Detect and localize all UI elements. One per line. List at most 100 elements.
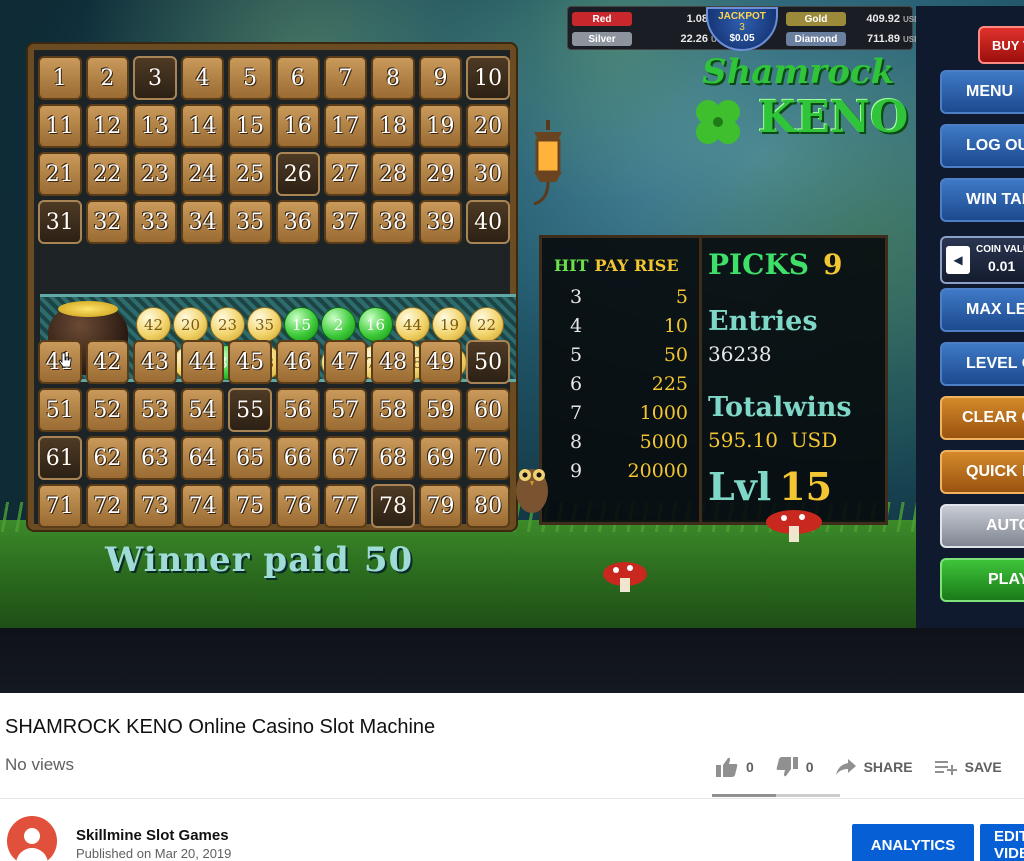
keno-number-tile[interactable]: 64	[180, 436, 225, 480]
play-button[interactable]: PLAY	[940, 558, 1024, 602]
keno-number-tile[interactable]: 37	[323, 200, 368, 244]
keno-number-tile[interactable]: 80	[466, 484, 510, 528]
keno-number-tile[interactable]: 53	[133, 388, 177, 432]
keno-number-tile[interactable]: 52	[85, 388, 130, 432]
keno-number-tile[interactable]: 73	[133, 484, 177, 528]
keno-number-tile[interactable]: 24	[180, 152, 225, 196]
keno-number-tile[interactable]: 36	[275, 200, 320, 244]
keno-number-tile[interactable]: 7	[323, 56, 368, 100]
keno-number-tile[interactable]: 51	[38, 388, 82, 432]
channel-name[interactable]: Skillmine Slot Games	[76, 827, 229, 844]
like-button[interactable]: 0	[716, 757, 754, 777]
keno-number-tile[interactable]: 35	[228, 200, 272, 244]
keno-number-tile[interactable]: 67	[323, 436, 368, 480]
keno-number-tile[interactable]: 20	[466, 104, 510, 148]
keno-number-tile[interactable]: 72	[85, 484, 130, 528]
keno-number-tile[interactable]: 23	[133, 152, 177, 196]
keno-number-tile[interactable]: 5	[228, 56, 272, 100]
edit-video-button[interactable]: EDIT VIDEO	[980, 824, 1024, 861]
keno-number-tile[interactable]: 38	[371, 200, 415, 244]
keno-number-tile[interactable]: 47	[323, 340, 368, 384]
keno-number-tile[interactable]: 25	[228, 152, 272, 196]
quick-pick-button[interactable]: QUICK PICK	[940, 450, 1024, 494]
keno-number-tile[interactable]: 11	[38, 104, 82, 148]
keno-number-tile[interactable]: 48	[371, 340, 415, 384]
keno-number-tile[interactable]: 27	[323, 152, 368, 196]
keno-number-tile[interactable]: 6	[275, 56, 320, 100]
keno-number-tile[interactable]: 10	[466, 56, 510, 100]
win-table-button[interactable]: WIN TABLE	[940, 178, 1024, 222]
user-avatar-icon[interactable]	[7, 816, 57, 861]
logout-button[interactable]: LOG OUT	[940, 124, 1024, 168]
keno-number-tile[interactable]: 28	[371, 152, 415, 196]
keno-number-tile[interactable]: 2	[85, 56, 130, 100]
keno-number-tile[interactable]: 49	[418, 340, 463, 384]
keno-number-tile[interactable]: 29	[418, 152, 463, 196]
analytics-button[interactable]: ANALYTICS	[852, 824, 974, 861]
level-one-button[interactable]: LEVEL ONE	[940, 342, 1024, 386]
share-button[interactable]: SHARE	[835, 759, 913, 775]
keno-number-tile[interactable]: 16	[275, 104, 320, 148]
keno-number-tile[interactable]: 17	[323, 104, 368, 148]
keno-number-tile[interactable]: 21	[38, 152, 82, 196]
clear-card-button[interactable]: CLEAR CARD	[940, 396, 1024, 440]
keno-number-tile[interactable]: 78	[371, 484, 415, 528]
keno-number-tile[interactable]: 70	[466, 436, 510, 480]
keno-number-tile[interactable]: 58	[371, 388, 415, 432]
keno-number-tile[interactable]: 61	[38, 436, 82, 480]
keno-number-tile[interactable]: 42	[85, 340, 130, 384]
keno-number-tile[interactable]: 46	[275, 340, 320, 384]
coin-value-selector[interactable]: ◀ COIN VALUE 0.01	[940, 236, 1024, 284]
keno-number-tile[interactable]: 74	[180, 484, 225, 528]
keno-number-tile[interactable]: 55	[228, 388, 272, 432]
keno-number-tile[interactable]: 57	[323, 388, 368, 432]
keno-number-tile[interactable]: 8	[371, 56, 415, 100]
keno-number-tile[interactable]: 76	[275, 484, 320, 528]
dislike-button[interactable]: 0	[776, 757, 814, 777]
keno-number-tile[interactable]: 31	[38, 200, 82, 244]
keno-number-tile[interactable]: 63	[133, 436, 177, 480]
keno-number-tile[interactable]: 79	[418, 484, 463, 528]
keno-number-tile[interactable]: 66	[275, 436, 320, 480]
save-button[interactable]: SAVE	[934, 759, 1002, 775]
keno-number-tile[interactable]: 13	[133, 104, 177, 148]
keno-number-tile[interactable]: 33	[133, 200, 177, 244]
keno-number-tile[interactable]: 69	[418, 436, 463, 480]
keno-number-tile[interactable]: 22	[85, 152, 130, 196]
keno-number-tile[interactable]: 1	[38, 56, 82, 100]
buy-time-button[interactable]: BUY TIME	[978, 26, 1024, 64]
keno-number-tile[interactable]: 71	[38, 484, 82, 528]
keno-number-tile[interactable]: 44	[180, 340, 225, 384]
keno-number-tile[interactable]: 75	[228, 484, 272, 528]
keno-number-tile[interactable]: 54	[180, 388, 225, 432]
keno-number-tile[interactable]: 62	[85, 436, 130, 480]
keno-number-tile[interactable]: 45	[228, 340, 272, 384]
keno-number-tile[interactable]: 4	[180, 56, 225, 100]
keno-number-tile[interactable]: 19	[418, 104, 463, 148]
max-level-button[interactable]: MAX LEVEL	[940, 288, 1024, 332]
keno-number-tile[interactable]: 43	[133, 340, 177, 384]
keno-number-tile[interactable]: 34	[180, 200, 225, 244]
video-player[interactable]: 1 2 3 4 5 6 7 8 9 10 11 12 13 14 15 16 17 18 19 20 21 22 23 2…	[0, 0, 1024, 693]
triangle-left-icon[interactable]: ◀	[946, 246, 970, 274]
keno-number-tile[interactable]: 32	[85, 200, 130, 244]
keno-number-tile[interactable]: 26	[275, 152, 320, 196]
keno-number-tile[interactable]: 30	[466, 152, 510, 196]
keno-number-tile[interactable]: 14	[180, 104, 225, 148]
keno-number-tile[interactable]: 59	[418, 388, 463, 432]
keno-number-tile[interactable]: 12	[85, 104, 130, 148]
keno-number-tile[interactable]: 15	[228, 104, 272, 148]
keno-number-tile[interactable]: 39	[418, 200, 463, 244]
auto-button[interactable]: AUTO	[940, 504, 1024, 548]
keno-number-tile[interactable]: 9	[418, 56, 463, 100]
menu-button[interactable]: MENU	[940, 70, 1024, 114]
keno-number-tile[interactable]: 65	[228, 436, 272, 480]
keno-number-tile[interactable]: 56	[275, 388, 320, 432]
keno-number-tile[interactable]: 68	[371, 436, 415, 480]
keno-number-tile[interactable]: 50	[466, 340, 510, 384]
keno-number-tile[interactable]: 40	[466, 200, 510, 244]
keno-number-tile[interactable]: 60	[466, 388, 510, 432]
keno-number-tile[interactable]: 18	[371, 104, 415, 148]
keno-number-tile[interactable]: 77	[323, 484, 368, 528]
keno-number-tile[interactable]: 3	[133, 56, 177, 100]
